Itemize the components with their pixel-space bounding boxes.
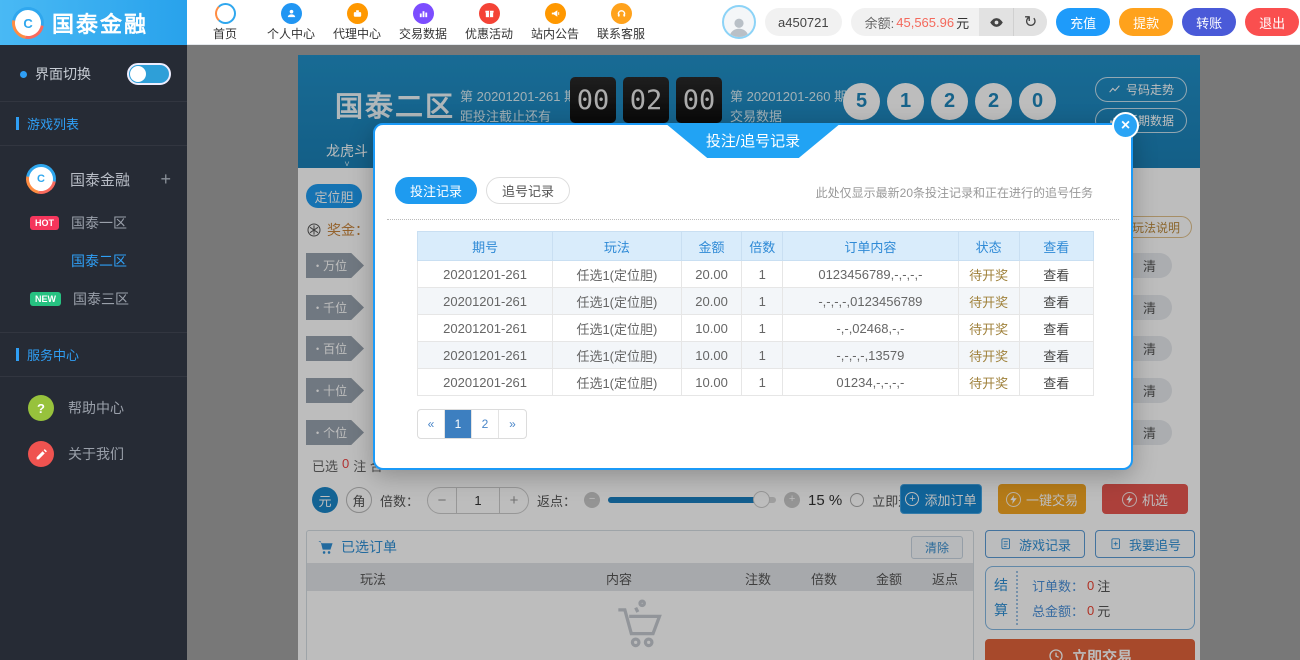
sidebar-item-zone1[interactable]: HOT 国泰一区 bbox=[0, 204, 187, 242]
megaphone-icon bbox=[545, 3, 566, 24]
pencil-icon bbox=[28, 441, 54, 467]
gift-icon bbox=[479, 3, 500, 24]
table-row: 20201201-261 任选1(定位胆) 10.00 1 -,-,02468,… bbox=[418, 315, 1094, 342]
balance-icons: ↻ bbox=[979, 8, 1047, 36]
eye-icon[interactable] bbox=[979, 8, 1013, 36]
status-badge: 待开奖 bbox=[958, 369, 1019, 396]
ui-switch-label: 界面切换 bbox=[35, 64, 91, 84]
ui-switch-label-wrap: 界面切换 bbox=[20, 64, 91, 84]
nav-item-announcements[interactable]: 站内公告 bbox=[522, 0, 588, 45]
modal-title-tab: 投注/追号记录 bbox=[665, 123, 841, 158]
table-header-row: 期号 玩法 金额 倍数 订单内容 状态 查看 bbox=[418, 232, 1094, 261]
service-section-header: 服务中心 bbox=[0, 333, 187, 377]
section-bar bbox=[16, 117, 19, 130]
sidebar-item-about[interactable]: 关于我们 bbox=[0, 431, 187, 477]
status-badge: 待开奖 bbox=[958, 288, 1019, 315]
balance-text: 余额: 45,565.96 元 bbox=[851, 8, 979, 36]
table-row: 20201201-261 任选1(定位胆) 10.00 1 01234,-,-,… bbox=[418, 369, 1094, 396]
bet-records-modal: 投注/追号记录 × 投注记录 追号记录 此处仅显示最新20条投注记录和正在进行的… bbox=[373, 123, 1133, 470]
header-user-area: a450721 余额: 45,565.96 元 ↻ 充值 提款 转账 退出 bbox=[722, 5, 1299, 39]
status-badge: 待开奖 bbox=[958, 261, 1019, 288]
bet-records-table: 期号 玩法 金额 倍数 订单内容 状态 查看 20201201-261 任选1(… bbox=[417, 231, 1094, 396]
sidebar-item-help[interactable]: ? 帮助中心 bbox=[0, 385, 187, 431]
app-window: C 国泰金融 首页 个人中心 代理中心 交易数据 优惠活动 bbox=[0, 0, 1300, 660]
close-icon[interactable]: × bbox=[1112, 112, 1139, 139]
table-row: 20201201-261 任选1(定位胆) 20.00 1 -,-,-,-,01… bbox=[418, 288, 1094, 315]
question-icon: ? bbox=[28, 395, 54, 421]
withdraw-button[interactable]: 提款 bbox=[1119, 8, 1173, 36]
view-link[interactable]: 查看 bbox=[1019, 342, 1093, 369]
bullet-dot-icon bbox=[20, 71, 27, 78]
nav-item-profile[interactable]: 个人中心 bbox=[258, 0, 324, 45]
home-icon bbox=[215, 3, 236, 24]
sidebar-brand-item[interactable]: C 国泰金融 + bbox=[0, 154, 187, 204]
nav-item-home[interactable]: 首页 bbox=[192, 0, 258, 45]
expand-plus-icon[interactable]: + bbox=[160, 169, 171, 190]
main-nav: 首页 个人中心 代理中心 交易数据 优惠活动 站内公告 bbox=[192, 0, 654, 45]
page-prev[interactable]: « bbox=[418, 410, 445, 438]
page-1[interactable]: 1 bbox=[445, 410, 472, 438]
modal-tabs: 投注记录 追号记录 bbox=[395, 177, 570, 204]
sidebar-item-zone3[interactable]: NEW 国泰三区 bbox=[0, 280, 187, 318]
headset-icon bbox=[611, 3, 632, 24]
view-link[interactable]: 查看 bbox=[1019, 288, 1093, 315]
page-2[interactable]: 2 bbox=[472, 410, 499, 438]
toggle-knob bbox=[130, 66, 146, 82]
top-header: C 国泰金融 首页 个人中心 代理中心 交易数据 优惠活动 bbox=[0, 0, 1300, 45]
section-bar bbox=[16, 348, 19, 361]
avatar[interactable] bbox=[722, 5, 756, 39]
table-row: 20201201-261 任选1(定位胆) 10.00 1 -,-,-,-,13… bbox=[418, 342, 1094, 369]
logout-button[interactable]: 退出 bbox=[1245, 8, 1299, 36]
view-link[interactable]: 查看 bbox=[1019, 261, 1093, 288]
briefcase-icon bbox=[347, 3, 368, 24]
sidebar-item-zone2[interactable]: 国泰二区 bbox=[0, 242, 187, 280]
username-pill: a450721 bbox=[765, 8, 842, 36]
tab-chase-records[interactable]: 追号记录 bbox=[486, 177, 570, 204]
dotted-divider bbox=[387, 219, 1119, 220]
nav-item-promotions[interactable]: 优惠活动 bbox=[456, 0, 522, 45]
page-next[interactable]: » bbox=[499, 410, 526, 438]
transfer-button[interactable]: 转账 bbox=[1182, 8, 1236, 36]
view-link[interactable]: 查看 bbox=[1019, 315, 1093, 342]
brand-block[interactable]: C 国泰金融 bbox=[0, 0, 187, 45]
status-badge: 待开奖 bbox=[958, 342, 1019, 369]
modal-notice: 此处仅显示最新20条投注记录和正在进行的追号任务 bbox=[816, 184, 1093, 201]
ui-switch-toggle[interactable] bbox=[127, 63, 171, 85]
view-link[interactable]: 查看 bbox=[1019, 369, 1093, 396]
brand-title: 国泰金融 bbox=[52, 7, 148, 39]
nav-item-agent[interactable]: 代理中心 bbox=[324, 0, 390, 45]
brand-logo-icon: C bbox=[6, 0, 51, 45]
status-badge: 待开奖 bbox=[958, 315, 1019, 342]
nav-item-support[interactable]: 联系客服 bbox=[588, 0, 654, 45]
game-list-section-header: 游戏列表 bbox=[0, 102, 187, 146]
game-list: C 国泰金融 + HOT 国泰一区 国泰二区 NEW 国泰三区 bbox=[0, 146, 187, 333]
ui-switch-row: 界面切换 bbox=[0, 45, 187, 102]
recharge-button[interactable]: 充值 bbox=[1056, 8, 1110, 36]
balance-group: 余额: 45,565.96 元 ↻ bbox=[851, 8, 1047, 36]
nav-item-trade-data[interactable]: 交易数据 bbox=[390, 0, 456, 45]
sidebar-brand-logo-icon: C bbox=[20, 158, 62, 200]
service-items: ? 帮助中心 关于我们 bbox=[0, 377, 187, 477]
tab-bet-records[interactable]: 投注记录 bbox=[395, 177, 477, 204]
person-icon bbox=[281, 3, 302, 24]
refresh-icon[interactable]: ↻ bbox=[1013, 8, 1047, 36]
new-badge: NEW bbox=[30, 292, 61, 306]
table-row: 20201201-261 任选1(定位胆) 20.00 1 0123456789… bbox=[418, 261, 1094, 288]
sidebar: 界面切换 游戏列表 C 国泰金融 + HOT 国泰一区 国泰二区 NEW bbox=[0, 45, 187, 660]
hot-badge: HOT bbox=[30, 216, 59, 230]
pagination: « 1 2 » bbox=[417, 409, 527, 439]
chart-icon bbox=[413, 3, 434, 24]
